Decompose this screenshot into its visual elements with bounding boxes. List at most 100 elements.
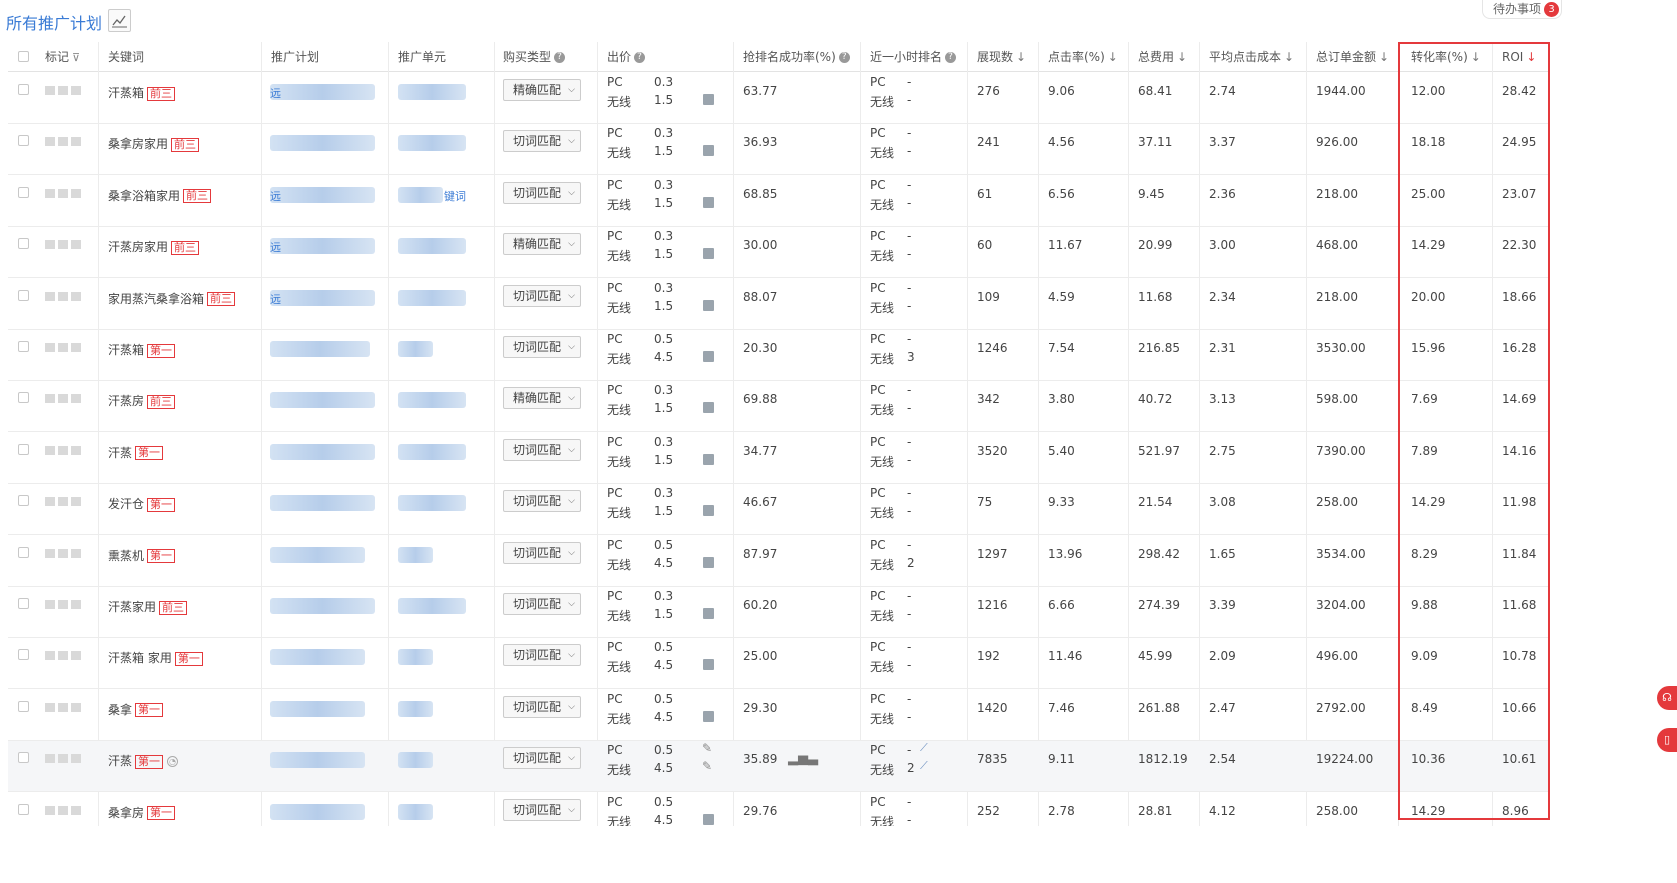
- unit-link-blurred[interactable]: [398, 135, 466, 152]
- row-checkbox[interactable]: [18, 186, 29, 198]
- edit-pencil-icon[interactable]: ✎: [702, 741, 712, 755]
- plan-link-text[interactable]: 远: [270, 291, 281, 307]
- plan-link-blurred[interactable]: [270, 752, 365, 769]
- table-row[interactable]: 熏蒸机 第一 切词匹配 ⌵ PC 0.5 无线 4.5 87.97 PC - 无线 …: [8, 536, 1548, 587]
- row-checkbox[interactable]: [18, 598, 29, 609]
- filter-icon[interactable]: ⊽: [72, 43, 80, 73]
- row-checkbox[interactable]: [18, 238, 29, 250]
- col-impressions[interactable]: 展现数 ↓: [977, 42, 1026, 72]
- unit-link-blurred[interactable]: [398, 700, 433, 717]
- help-icon[interactable]: ?: [945, 52, 957, 63]
- match-type-select[interactable]: 精确匹配 ⌵: [503, 233, 581, 256]
- unit-link-blurred[interactable]: [398, 341, 433, 357]
- col-cpc[interactable]: 平均点击成本 ↓: [1209, 42, 1294, 72]
- match-type-select[interactable]: 切词匹配 ⌵: [503, 490, 581, 513]
- select-all-checkbox[interactable]: [18, 51, 29, 63]
- unit-link-blurred[interactable]: [398, 443, 466, 460]
- bid-tool-icon[interactable]: [703, 299, 714, 311]
- mark-flags[interactable]: [45, 754, 81, 764]
- todo-button[interactable]: 待办事项 3: [1481, 0, 1562, 19]
- help-icon[interactable]: ?: [634, 52, 646, 63]
- headset-icon[interactable]: ☊: [1657, 686, 1677, 710]
- table-row[interactable]: 桑拿房家用 前三 切词匹配 ⌵ PC 0.3 无线 1.5 36.93 PC - 无…: [8, 124, 1548, 176]
- unit-link-blurred[interactable]: [398, 598, 466, 614]
- match-type-select[interactable]: 精确匹配 ⌵: [503, 387, 581, 410]
- col-cvr[interactable]: 转化率(%) ↓: [1411, 42, 1481, 72]
- plan-link-blurred[interactable]: [270, 443, 375, 460]
- mark-flags[interactable]: [45, 343, 81, 352]
- mark-flags[interactable]: [45, 188, 81, 198]
- unit-link-blurred[interactable]: [398, 84, 466, 100]
- row-checkbox[interactable]: [18, 289, 29, 301]
- row-checkbox[interactable]: [18, 495, 29, 507]
- bid-tool-icon[interactable]: [703, 505, 714, 517]
- match-type-select[interactable]: 切词匹配 ⌵: [503, 438, 581, 461]
- unit-link-blurred[interactable]: [398, 186, 443, 203]
- plan-link-blurred[interactable]: [270, 546, 365, 563]
- match-type-select[interactable]: 切词匹配 ⌵: [503, 541, 581, 564]
- unit-link-blurred[interactable]: [398, 803, 433, 820]
- row-checkbox[interactable]: [18, 84, 29, 95]
- row-checkbox[interactable]: [18, 752, 29, 764]
- unit-link-text[interactable]: 键词: [444, 188, 466, 204]
- bid-tool-icon[interactable]: [703, 608, 714, 619]
- help-icon[interactable]: ?: [554, 52, 566, 63]
- bid-tool-icon[interactable]: [703, 659, 714, 671]
- table-row[interactable]: 汗蒸房家用 前三 远 精确匹配 ⌵ PC 0.3 无线 1.5 30.00 PC -…: [8, 227, 1548, 279]
- bid-tool-icon[interactable]: [703, 196, 714, 208]
- row-checkbox[interactable]: [18, 649, 29, 661]
- row-checkbox[interactable]: [18, 135, 29, 147]
- help-icon[interactable]: ?: [838, 52, 850, 63]
- bid-tool-icon[interactable]: [703, 453, 714, 465]
- plan-link-blurred[interactable]: [270, 186, 375, 203]
- table-row[interactable]: 桑拿 第一 切词匹配 ⌵ PC 0.5 无线 4.5 29.30 PC - 无线 -…: [8, 690, 1548, 741]
- mark-flags[interactable]: [45, 548, 81, 558]
- mark-flags[interactable]: [45, 805, 81, 815]
- match-type-select[interactable]: 切词匹配 ⌵: [503, 130, 581, 153]
- bid-tool-icon[interactable]: [703, 556, 714, 568]
- row-checkbox[interactable]: [18, 341, 29, 352]
- mark-flags[interactable]: [45, 240, 81, 250]
- plan-link-blurred[interactable]: [270, 700, 365, 717]
- match-type-select[interactable]: 切词匹配 ⌵: [503, 336, 581, 358]
- plan-link-blurred[interactable]: [270, 495, 375, 512]
- mark-flags[interactable]: [45, 702, 81, 712]
- bid-tool-icon[interactable]: [703, 351, 714, 362]
- bid-tool-icon[interactable]: [703, 248, 714, 260]
- line-chart-icon[interactable]: [108, 9, 131, 32]
- row-checkbox[interactable]: [18, 546, 29, 558]
- bar-chart-icon[interactable]: ▂▅▃: [788, 751, 818, 766]
- plan-link-text[interactable]: 远: [270, 239, 281, 255]
- unit-link-blurred[interactable]: [398, 752, 433, 769]
- bid-tool-icon[interactable]: [703, 402, 714, 414]
- table-row[interactable]: 汗蒸箱 前三 远 精确匹配 ⌵ PC 0.3 无线 1.5 63.77 PC - 无…: [8, 73, 1548, 124]
- unit-link-blurred[interactable]: [398, 649, 433, 666]
- row-checkbox[interactable]: [18, 392, 29, 404]
- plan-link-blurred[interactable]: [270, 238, 375, 255]
- plan-link-text[interactable]: 远: [270, 188, 281, 204]
- match-type-select[interactable]: 精确匹配 ⌵: [503, 79, 581, 101]
- unit-link-blurred[interactable]: [398, 495, 466, 512]
- plan-link-blurred[interactable]: [270, 289, 375, 306]
- mark-flags[interactable]: [45, 291, 81, 301]
- match-type-select[interactable]: 切词匹配 ⌵: [503, 284, 581, 307]
- mark-flags[interactable]: [45, 86, 81, 95]
- match-type-select[interactable]: 切词匹配 ⌵: [503, 798, 581, 821]
- table-row[interactable]: 家用蒸汽桑拿浴箱 前三 远 切词匹配 ⌵ PC 0.3 无线 1.5 88.07 P…: [8, 279, 1548, 330]
- mark-flags[interactable]: [45, 445, 81, 455]
- match-type-select[interactable]: 切词匹配 ⌵: [503, 181, 581, 204]
- bid-tool-icon[interactable]: [703, 94, 714, 105]
- unit-link-blurred[interactable]: [398, 289, 466, 306]
- phone-icon[interactable]: ▯: [1657, 728, 1677, 752]
- col-ctr[interactable]: 点击率(%) ↓: [1048, 42, 1118, 72]
- mark-flags[interactable]: [45, 394, 81, 404]
- bid-tool-icon[interactable]: [703, 813, 714, 825]
- edit-pencil-icon[interactable]: ✎: [702, 759, 712, 773]
- plan-link-blurred[interactable]: [270, 392, 375, 409]
- plan-link-blurred[interactable]: [270, 649, 365, 666]
- plan-link-blurred[interactable]: [270, 598, 375, 614]
- plan-link-blurred[interactable]: [270, 84, 375, 100]
- table-row[interactable]: 汗蒸 第一 ◔ 切词匹配 ⌵ PC 0.5 无线 4.5 ✎ ✎ 35.89 ▂▅▃ P…: [8, 741, 1548, 793]
- row-checkbox[interactable]: [18, 803, 29, 815]
- unit-link-blurred[interactable]: [398, 238, 466, 255]
